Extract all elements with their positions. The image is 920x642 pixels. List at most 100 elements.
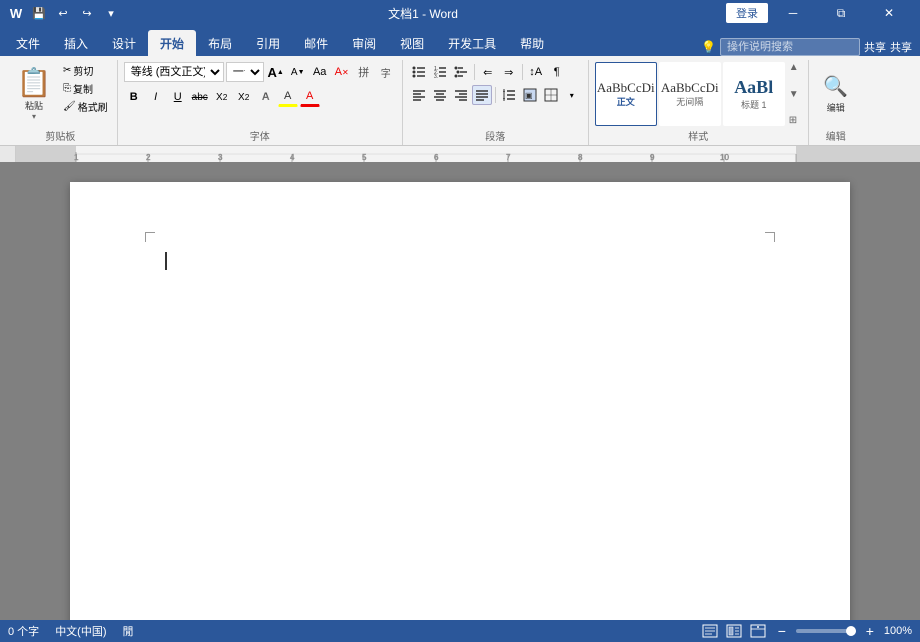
tab-developer[interactable]: 开发工具 <box>436 30 508 56</box>
grow-font-button[interactable]: A▲ <box>266 62 286 82</box>
paragraph-label: 段落 <box>409 126 582 145</box>
cut-icon: ✂ <box>63 65 71 76</box>
case-button[interactable]: Aa <box>310 62 330 82</box>
zoom-thumb <box>846 626 856 636</box>
separator1 <box>474 64 475 80</box>
numbering-button[interactable]: 1.2.3. <box>430 62 450 82</box>
style-scroll-down[interactable]: ▼ <box>789 89 799 100</box>
shrink-font-button[interactable]: A▼ <box>288 62 308 82</box>
char-button[interactable]: 字 <box>376 62 396 82</box>
format-painter-button[interactable]: 🖌 格式刷 <box>60 98 111 115</box>
paragraph-row1: 1.2.3. ⇐ ⇒ ↕A ¶ <box>409 62 567 82</box>
align-center-button[interactable] <box>430 85 450 105</box>
layout-view-button[interactable] <box>724 623 744 639</box>
zoom-in-button[interactable]: + <box>860 623 880 639</box>
zoom-level[interactable]: 100% <box>884 625 912 637</box>
style-scroll-up[interactable]: ▲ <box>789 62 799 73</box>
font-color-button[interactable]: A <box>300 87 320 107</box>
style-preview-nospace: AaBbCcDi <box>661 80 719 96</box>
justify-button[interactable] <box>472 85 492 105</box>
copy-icon: ⎘ <box>63 83 71 94</box>
zoom-out-button[interactable]: − <box>772 623 792 639</box>
font-size-select[interactable]: 一号 <box>226 62 264 82</box>
zoom-slider[interactable] <box>796 629 856 633</box>
show-marks-button[interactable]: ¶ <box>547 62 567 82</box>
styles-group: AaBbCcDi 正文 AaBbCcDi 无间隔 AaBl 标题 1 ▲ ▼ ⊞ <box>589 60 809 145</box>
line-spacing-button[interactable] <box>499 85 519 105</box>
align-left-button[interactable] <box>409 85 429 105</box>
tab-review[interactable]: 审阅 <box>340 30 388 56</box>
style-gallery: AaBbCcDi 正文 AaBbCcDi 无间隔 AaBl 标题 1 <box>595 62 785 126</box>
paste-icon: 📋 <box>17 66 52 99</box>
paragraph-content: 1.2.3. ⇐ ⇒ ↕A ¶ <box>409 60 582 126</box>
clear-format-button[interactable]: A✕ <box>332 62 352 82</box>
save-quick-btn[interactable]: 💾 <box>30 4 48 22</box>
cut-button[interactable]: ✂ 剪切 <box>60 62 111 79</box>
tab-references[interactable]: 引用 <box>244 30 292 56</box>
svg-text:5: 5 <box>362 153 367 162</box>
tab-mailings[interactable]: 邮件 <box>292 30 340 56</box>
tab-file[interactable]: 文件 <box>4 30 52 56</box>
superscript-button[interactable]: X2 <box>234 87 254 107</box>
paste-dropdown-icon[interactable]: ▾ <box>32 112 36 121</box>
tab-view[interactable]: 视图 <box>388 30 436 56</box>
font-group: 等线 (西文正文) 一号 A▲ A▼ Aa A✕ 拼 字 B I U abc X… <box>118 60 403 145</box>
tab-design[interactable]: 设计 <box>100 30 148 56</box>
multilevel-button[interactable] <box>451 62 471 82</box>
borders-button[interactable] <box>541 85 561 105</box>
font-name-select[interactable]: 等线 (西文正文) <box>124 62 224 82</box>
increase-indent-button[interactable]: ⇒ <box>499 62 519 82</box>
document-page[interactable] <box>70 182 850 620</box>
find-button[interactable]: 🔍 编辑 <box>815 62 857 126</box>
redo-quick-btn[interactable]: ↪ <box>78 4 96 22</box>
format-painter-icon: 🖌 <box>63 101 76 112</box>
style-item-heading1[interactable]: AaBl 标题 1 <box>723 62 785 126</box>
share-text[interactable]: 共享 <box>890 39 912 55</box>
search-input[interactable] <box>720 38 860 56</box>
bullets-button[interactable] <box>409 62 429 82</box>
editing-label: 编辑 <box>827 101 845 114</box>
paste-button[interactable]: 📋 粘贴 ▾ <box>10 62 58 125</box>
ruler-svg: 1 2 3 4 5 6 7 8 9 10 <box>16 146 920 162</box>
text-effect-button[interactable]: A <box>256 87 276 107</box>
bold-button[interactable]: B <box>124 87 144 107</box>
status-bar: 0 个字 中文(中国) 閒 − + 100% <box>0 620 920 642</box>
close-button[interactable]: ✕ <box>866 0 912 26</box>
italic-button[interactable]: I <box>146 87 166 107</box>
tab-home[interactable]: 开始 <box>148 30 196 56</box>
shading-button[interactable]: ▣ <box>520 85 540 105</box>
search-icon: 🔍 <box>823 74 848 99</box>
borders-dropdown-button[interactable]: ▾ <box>562 85 582 105</box>
customize-quick-btn[interactable]: ▾ <box>102 4 120 22</box>
font-label: 字体 <box>124 126 396 145</box>
restore-button[interactable]: ⧉ <box>818 0 864 26</box>
title-bar-right: 登录 ─ ⧉ ✕ <box>726 0 912 26</box>
tab-insert[interactable]: 插入 <box>52 30 100 56</box>
style-expand[interactable]: ⊞ <box>789 115 799 126</box>
styles-content: AaBbCcDi 正文 AaBbCcDi 无间隔 AaBl 标题 1 ▲ ▼ ⊞ <box>595 60 799 126</box>
tab-layout[interactable]: 布局 <box>196 30 244 56</box>
style-preview-normal: AaBbCcDi <box>597 80 655 96</box>
highlight-button[interactable]: A <box>278 87 298 107</box>
subscript-button[interactable]: X2 <box>212 87 232 107</box>
align-right-button[interactable] <box>451 85 471 105</box>
login-button[interactable]: 登录 <box>726 3 768 23</box>
copy-button[interactable]: ⎘ 复制 <box>60 80 111 97</box>
minimize-button[interactable]: ─ <box>770 0 816 26</box>
ribbon-right-area: 💡 共享 共享 <box>701 38 920 56</box>
undo-quick-btn[interactable]: ↩ <box>54 4 72 22</box>
share-label[interactable]: 共享 <box>864 39 886 55</box>
sort-button[interactable]: ↕A <box>526 62 546 82</box>
document-area[interactable] <box>0 162 920 620</box>
decrease-indent-button[interactable]: ⇐ <box>478 62 498 82</box>
style-item-nospace[interactable]: AaBbCcDi 无间隔 <box>659 62 721 126</box>
strikethrough-button[interactable]: abc <box>190 87 210 107</box>
underline-button[interactable]: U <box>168 87 188 107</box>
tab-help[interactable]: 帮助 <box>508 30 556 56</box>
title-bar-left: W 💾 ↩ ↪ ▾ <box>8 4 120 22</box>
svg-text:2: 2 <box>146 153 151 162</box>
print-view-button[interactable] <box>700 623 720 639</box>
style-item-normal[interactable]: AaBbCcDi 正文 <box>595 62 657 126</box>
pinyin-button[interactable]: 拼 <box>354 62 374 82</box>
web-view-button[interactable] <box>748 623 768 639</box>
